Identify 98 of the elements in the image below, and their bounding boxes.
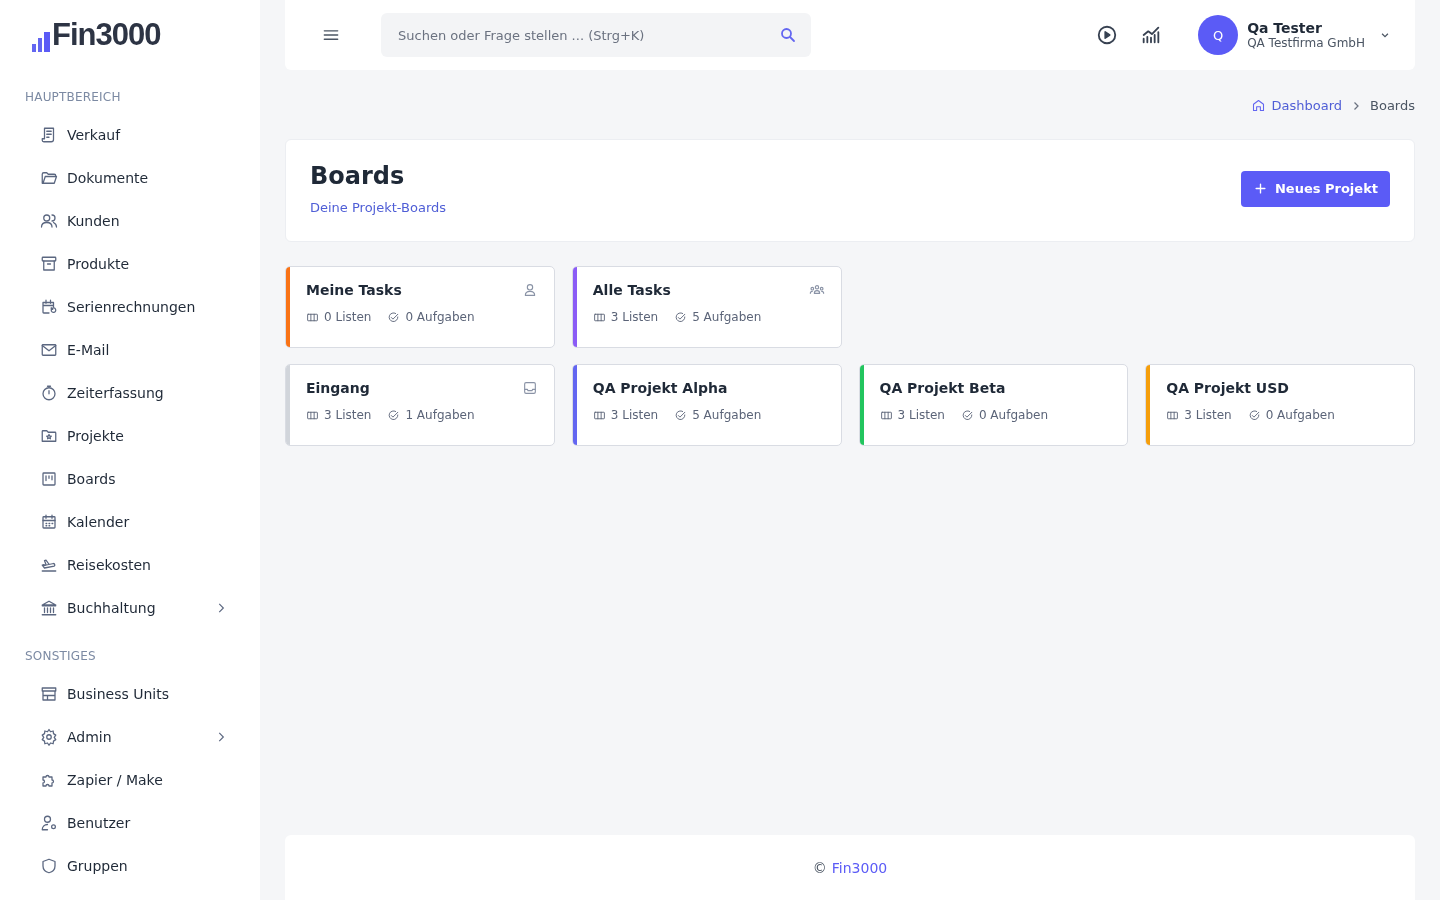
task-count: 5 Aufgaben: [692, 408, 762, 422]
page-subtitle: Deine Projekt-Boards: [310, 200, 447, 215]
sidebar-item[interactable]: Zeiterfassung: [0, 371, 260, 414]
task-count: 0 Aufgaben: [405, 310, 475, 324]
breadcrumb-link[interactable]: Dashboard: [1251, 98, 1342, 113]
board-title: Meine Tasks: [306, 282, 402, 298]
list-count: 0 Listen: [324, 310, 372, 324]
sidebar-item[interactable]: Reisekosten: [0, 543, 260, 586]
section-heading: HAUPTBEREICH: [24, 90, 122, 104]
sidebar-item[interactable]: E-Mail: [0, 328, 260, 371]
company-name: QA Testfirma GmbH: [1247, 35, 1365, 51]
list-count: 3 Listen: [610, 408, 659, 422]
board-title: Alle Tasks: [592, 282, 671, 298]
check-circle-icon: [674, 310, 688, 324]
sidebar-item[interactable]: Buchhaltung: [0, 586, 260, 629]
sidebar-item[interactable]: Benutzer: [0, 801, 260, 844]
board-title: QA Projekt Beta: [879, 380, 1006, 396]
sidebar-item[interactable]: Kunden: [0, 199, 260, 242]
gear-icon: [40, 727, 58, 746]
check-circle-icon: [1247, 408, 1261, 422]
calendar-icon: [40, 512, 58, 531]
list-count: 3 Listen: [610, 310, 659, 324]
archive-icon: [40, 254, 58, 273]
logo-bars-icon: [32, 30, 50, 52]
check-circle-icon: [387, 310, 401, 324]
list-count: 3 Listen: [324, 408, 372, 422]
list-count: 3 Listen: [1184, 408, 1232, 422]
plus-icon: [1252, 181, 1268, 196]
task-count: 5 Aufgaben: [692, 310, 762, 324]
sidebar-item[interactable]: Verkauf: [0, 113, 260, 156]
board-title: Eingang: [306, 380, 370, 396]
storefront-icon: [40, 684, 58, 703]
sidebar-item[interactable]: Kalender: [0, 500, 260, 543]
sidebar-label: Buchhaltung: [67, 599, 157, 616]
check-circle-icon: [960, 408, 974, 422]
user-gear-icon: [40, 813, 58, 832]
new-project-button[interactable]: Neues Projekt: [1240, 170, 1390, 207]
sidebar-label: Serienrechnungen: [67, 298, 197, 315]
search-icon: [779, 26, 797, 44]
play-button[interactable]: [1096, 24, 1119, 46]
sidebar-item[interactable]: Gruppen: [0, 844, 260, 887]
sidebar-label: Business Units: [67, 685, 170, 702]
bank-icon: [40, 598, 58, 617]
user-menu[interactable]: Q Qa Tester QA Testfirma GmbH: [1198, 15, 1390, 55]
caret-icon: [1380, 30, 1390, 40]
sidebar-label: Boards: [67, 470, 117, 487]
sidebar-label: E-Mail: [67, 341, 111, 358]
check-circle-icon: [387, 408, 401, 422]
sidebar-label: Verkauf: [67, 126, 122, 143]
users-icon: [40, 211, 58, 230]
user-name: Qa Tester: [1247, 19, 1323, 36]
sidebar-item[interactable]: Zapier / Make: [0, 758, 260, 801]
sidebar-item[interactable]: Admin: [0, 715, 260, 758]
board-card[interactable]: QA Projekt Beta 3 Listen 0 Aufgaben: [858, 364, 1129, 446]
sidebar-label: Kalender: [67, 513, 131, 530]
sidebar-item[interactable]: Boards: [0, 457, 260, 500]
home-icon: [1251, 98, 1267, 113]
sidebar-label: Zeiterfassung: [67, 384, 165, 401]
board-card[interactable]: Eingang 3 Listen 1 Aufgaben: [285, 364, 555, 446]
board-card[interactable]: Meine Tasks 0 Listen 0 Aufgaben: [285, 266, 555, 348]
board-card[interactable]: QA Projekt Alpha 3 Listen 5 Aufgaben: [571, 364, 842, 446]
sidebar-item[interactable]: Dokumente: [0, 156, 260, 199]
inbox-icon: [521, 380, 538, 396]
shield-icon: [40, 856, 58, 875]
sidebar-label: Zapier / Make: [67, 771, 164, 788]
list-count: 3 Listen: [897, 408, 945, 422]
board-title: QA Projekt Alpha: [592, 380, 728, 396]
sidebar-label: Dokumente: [67, 169, 150, 186]
avatar: Q: [1198, 15, 1239, 55]
board-card[interactable]: Alle Tasks 3 Listen 5 Aufgaben: [571, 266, 842, 348]
footer-link[interactable]: Fin3000: [831, 859, 888, 876]
board-title: QA Projekt USD: [1166, 380, 1289, 396]
task-count: 1 Aufgaben: [405, 408, 475, 422]
sidebar-label: Benutzer: [67, 814, 132, 831]
sidebar-label: Projekte: [67, 427, 125, 444]
play-circle-icon: [1096, 24, 1119, 46]
board-icon: [40, 469, 58, 488]
stopwatch-icon: [40, 383, 58, 402]
sidebar-label: Reisekosten: [67, 556, 152, 573]
check-circle-icon: [674, 408, 688, 422]
sidebar-label: Gruppen: [67, 857, 129, 874]
sidebar-item[interactable]: Business Units: [0, 672, 260, 715]
sidebar-item[interactable]: Produkte: [0, 242, 260, 285]
copyright-symbol: ©: [812, 859, 827, 876]
task-count: 0 Aufgaben: [1265, 408, 1335, 422]
board-card[interactable]: QA Projekt USD 3 Listen 0 Aufgaben: [1145, 364, 1415, 446]
sidebar-label: Admin: [67, 728, 113, 745]
section-heading: SONSTIGES: [24, 649, 97, 663]
task-count: 0 Aufgaben: [978, 408, 1048, 422]
logo: Fin3000: [52, 18, 161, 52]
calendar-repeat-icon: [40, 297, 58, 316]
sidebar-item[interactable]: Serienrechnungen: [0, 285, 260, 328]
sidebar-item[interactable]: Projekte: [0, 414, 260, 457]
sidebar-label: Kunden: [67, 212, 121, 229]
page-title: Boards: [310, 162, 406, 190]
search-field[interactable]: Suchen oder Frage stellen ... (Strg+K): [381, 13, 811, 57]
sidebar-label: Produkte: [67, 255, 131, 272]
breadcrumb-current: Boards: [1370, 98, 1415, 113]
